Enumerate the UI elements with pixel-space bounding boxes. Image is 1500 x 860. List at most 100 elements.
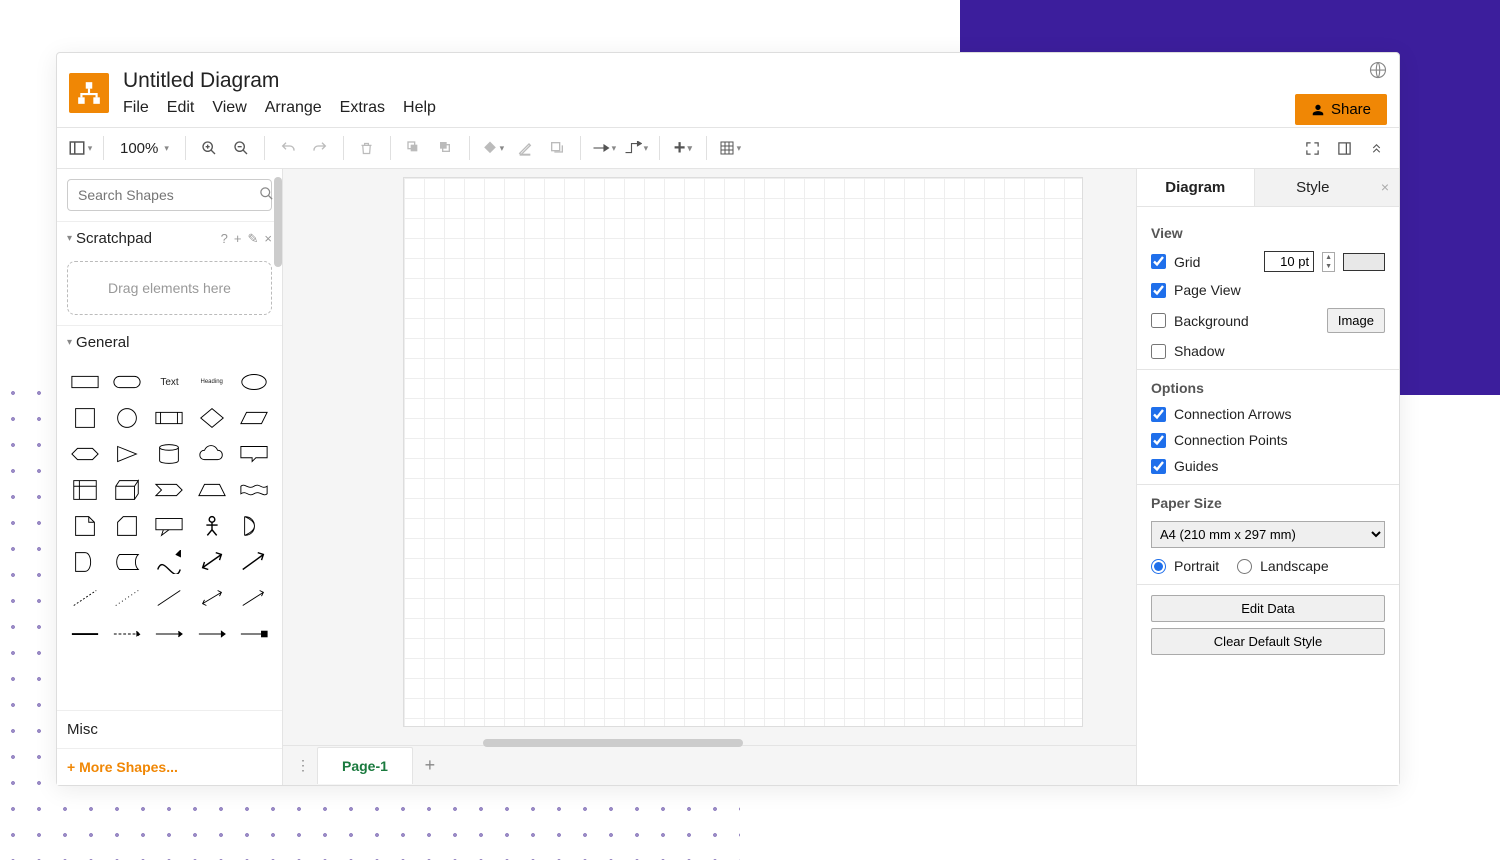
shape-line[interactable]: [151, 583, 187, 613]
shape-curve[interactable]: [151, 547, 187, 577]
scratchpad-add-icon[interactable]: +: [234, 231, 242, 247]
shape-callout-rect[interactable]: [236, 439, 272, 469]
grid-size-input[interactable]: [1264, 251, 1314, 272]
grid-stepper[interactable]: ▲▼: [1322, 252, 1335, 272]
shape-rectangle[interactable]: [67, 367, 103, 397]
horizontal-scrollbar[interactable]: [483, 739, 743, 747]
shape-link-solid[interactable]: [67, 619, 103, 649]
shape-card[interactable]: [109, 511, 145, 541]
zoom-in-button[interactable]: [194, 133, 224, 163]
general-header[interactable]: ▾ General: [57, 325, 282, 359]
shape-process[interactable]: [151, 403, 187, 433]
menu-extras[interactable]: Extras: [340, 99, 385, 117]
grid-color-swatch[interactable]: [1343, 253, 1385, 271]
shape-triangle[interactable]: [109, 439, 145, 469]
language-icon[interactable]: [1369, 61, 1387, 84]
delete-button[interactable]: [352, 133, 382, 163]
canvas[interactable]: [303, 177, 1128, 745]
shape-link-thin[interactable]: [194, 619, 230, 649]
format-panel-toggle[interactable]: [1329, 133, 1359, 163]
shape-note[interactable]: [67, 511, 103, 541]
shape-dotted-line[interactable]: [109, 583, 145, 613]
shape-callout[interactable]: [151, 511, 187, 541]
redo-button[interactable]: [305, 133, 335, 163]
shape-data-storage[interactable]: [109, 547, 145, 577]
shape-step[interactable]: [151, 475, 187, 505]
conn-arrows-checkbox[interactable]: [1151, 407, 1166, 422]
insert-button[interactable]: +▾: [668, 133, 698, 163]
shape-dashed-line[interactable]: [67, 583, 103, 613]
document-title[interactable]: Untitled Diagram: [123, 69, 1295, 93]
diagram-page[interactable]: [403, 177, 1083, 727]
paper-size-select[interactable]: A4 (210 mm x 297 mm): [1151, 521, 1385, 548]
menu-help[interactable]: Help: [403, 99, 436, 117]
shape-or[interactable]: [236, 511, 272, 541]
tab-style[interactable]: Style: [1254, 169, 1372, 206]
shape-cylinder[interactable]: [151, 439, 187, 469]
shape-ellipse[interactable]: [236, 367, 272, 397]
landscape-radio[interactable]: [1237, 559, 1252, 574]
misc-section[interactable]: Misc: [57, 710, 282, 748]
connection-style-button[interactable]: ▾: [589, 133, 619, 163]
shadow-button[interactable]: [542, 133, 572, 163]
background-checkbox[interactable]: [1151, 313, 1166, 328]
waypoint-style-button[interactable]: ▾: [621, 133, 651, 163]
pageview-checkbox[interactable]: [1151, 283, 1166, 298]
shape-link-arrow[interactable]: [151, 619, 187, 649]
scratchpad-header[interactable]: ▾ Scratchpad ? + ✎ ×: [57, 221, 282, 255]
guides-checkbox[interactable]: [1151, 459, 1166, 474]
menu-edit[interactable]: Edit: [167, 99, 195, 117]
shape-internal-storage[interactable]: [67, 475, 103, 505]
scratchpad-edit-icon[interactable]: ✎: [248, 231, 259, 247]
menu-arrange[interactable]: Arrange: [265, 99, 322, 117]
pages-menu-icon[interactable]: ⋮: [291, 757, 315, 774]
tab-diagram[interactable]: Diagram: [1137, 169, 1254, 206]
add-page-button[interactable]: +: [415, 755, 445, 776]
to-back-button[interactable]: [431, 133, 461, 163]
shape-bidir-arrow[interactable]: [194, 547, 230, 577]
search-icon[interactable]: [259, 186, 274, 204]
line-color-button[interactable]: [510, 133, 540, 163]
shape-parallelogram[interactable]: [236, 403, 272, 433]
shape-tape[interactable]: [236, 475, 272, 505]
shape-rounded-rect[interactable]: [109, 367, 145, 397]
shape-cloud[interactable]: [194, 439, 230, 469]
share-button[interactable]: Share: [1295, 94, 1387, 125]
zoom-out-button[interactable]: [226, 133, 256, 163]
shadow-checkbox[interactable]: [1151, 344, 1166, 359]
shape-dir-line[interactable]: [236, 583, 272, 613]
clear-default-style-button[interactable]: Clear Default Style: [1151, 628, 1385, 655]
grid-checkbox[interactable]: [1151, 254, 1166, 269]
to-front-button[interactable]: [399, 133, 429, 163]
close-panel-icon[interactable]: ×: [1371, 169, 1399, 206]
fill-color-button[interactable]: ▾: [478, 133, 508, 163]
shape-trapezoid[interactable]: [194, 475, 230, 505]
edit-data-button[interactable]: Edit Data: [1151, 595, 1385, 622]
background-image-button[interactable]: Image: [1327, 308, 1385, 333]
menu-view[interactable]: View: [212, 99, 246, 117]
shape-text[interactable]: Text: [151, 367, 187, 397]
sidebar-toggle-button[interactable]: ▾: [65, 133, 95, 163]
shape-heading[interactable]: Heading: [194, 367, 230, 397]
shape-bidir-line[interactable]: [194, 583, 230, 613]
search-shapes[interactable]: [67, 179, 272, 211]
shape-link-open[interactable]: [236, 619, 272, 649]
scrollbar-thumb[interactable]: [274, 177, 282, 267]
shape-arrow[interactable]: [236, 547, 272, 577]
shape-link-dashed[interactable]: [109, 619, 145, 649]
conn-points-checkbox[interactable]: [1151, 433, 1166, 448]
shape-circle[interactable]: [109, 403, 145, 433]
portrait-radio[interactable]: [1151, 559, 1166, 574]
collapse-button[interactable]: [1361, 133, 1391, 163]
search-input[interactable]: [78, 187, 259, 203]
undo-button[interactable]: [273, 133, 303, 163]
zoom-dropdown[interactable]: 100%▾: [112, 140, 177, 157]
page-tab-1[interactable]: Page-1: [317, 747, 413, 784]
shape-square[interactable]: [67, 403, 103, 433]
shape-cube[interactable]: [109, 475, 145, 505]
app-logo-icon[interactable]: [69, 73, 109, 113]
table-button[interactable]: ▾: [715, 133, 745, 163]
more-shapes-button[interactable]: + More Shapes...: [57, 748, 282, 785]
shape-diamond[interactable]: [194, 403, 230, 433]
shape-hexagon[interactable]: [67, 439, 103, 469]
